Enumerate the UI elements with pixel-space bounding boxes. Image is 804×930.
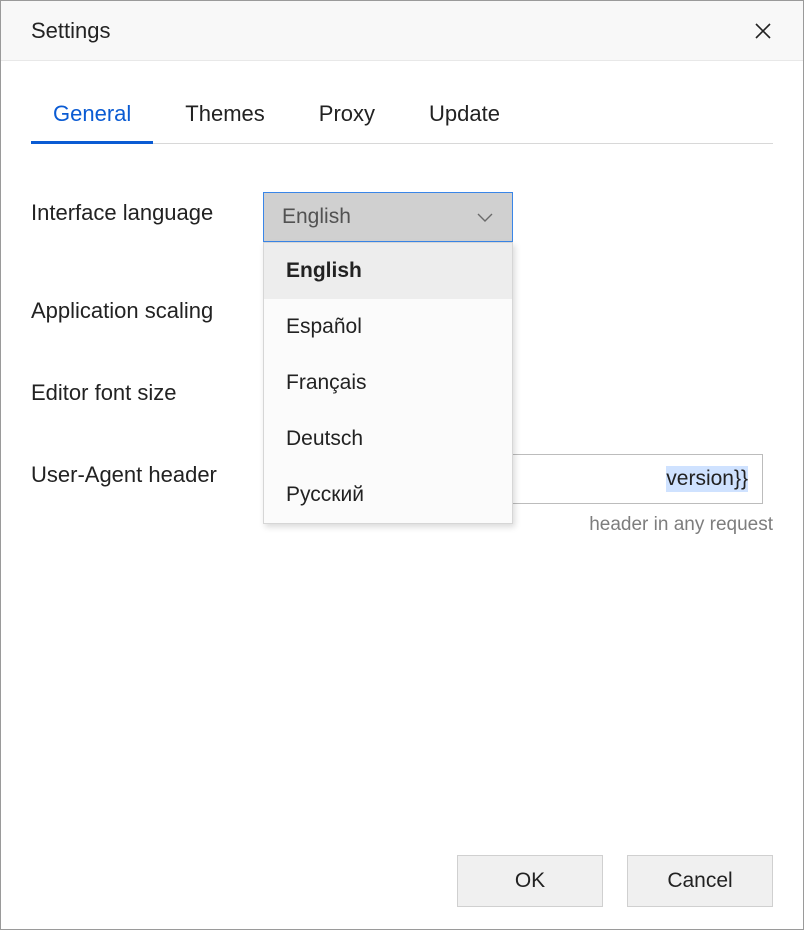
user-agent-value-suffix: version}} (666, 466, 748, 492)
settings-dialog: Settings General Themes Proxy Update Int… (0, 0, 804, 930)
tab-themes[interactable]: Themes (163, 89, 286, 144)
close-button[interactable] (747, 15, 779, 47)
tab-update[interactable]: Update (407, 89, 522, 144)
dialog-content: General Themes Proxy Update Interface la… (1, 61, 803, 833)
language-option-russian[interactable]: Русский (264, 467, 512, 523)
tab-proxy[interactable]: Proxy (297, 89, 397, 144)
language-option-espanol[interactable]: Español (264, 299, 512, 355)
titlebar: Settings (1, 1, 803, 61)
language-option-english[interactable]: English (264, 243, 512, 299)
dialog-footer: OK Cancel (1, 833, 803, 929)
interface-language-dropdown: English Español Français Deutsch Русский (263, 242, 513, 524)
general-form: Interface language English English Españ… (31, 144, 773, 536)
language-option-francais[interactable]: Français (264, 355, 512, 411)
dialog-title: Settings (31, 18, 111, 44)
tab-bar: General Themes Proxy Update (31, 89, 773, 144)
interface-language-select[interactable]: English (263, 192, 513, 242)
label-editor-font-size: Editor font size (31, 372, 263, 406)
label-application-scaling: Application scaling (31, 290, 263, 324)
label-user-agent-header: User-Agent header (31, 454, 263, 488)
row-interface-language: Interface language English English Españ… (31, 192, 773, 242)
chevron-down-icon (476, 205, 494, 229)
tab-general[interactable]: General (31, 89, 153, 144)
cancel-button[interactable]: Cancel (627, 855, 773, 907)
label-interface-language: Interface language (31, 192, 263, 226)
language-option-deutsch[interactable]: Deutsch (264, 411, 512, 467)
field-interface-language: English English Español Français Deutsch… (263, 192, 773, 242)
interface-language-value: English (282, 205, 351, 229)
close-icon (754, 22, 772, 40)
ok-button[interactable]: OK (457, 855, 603, 907)
